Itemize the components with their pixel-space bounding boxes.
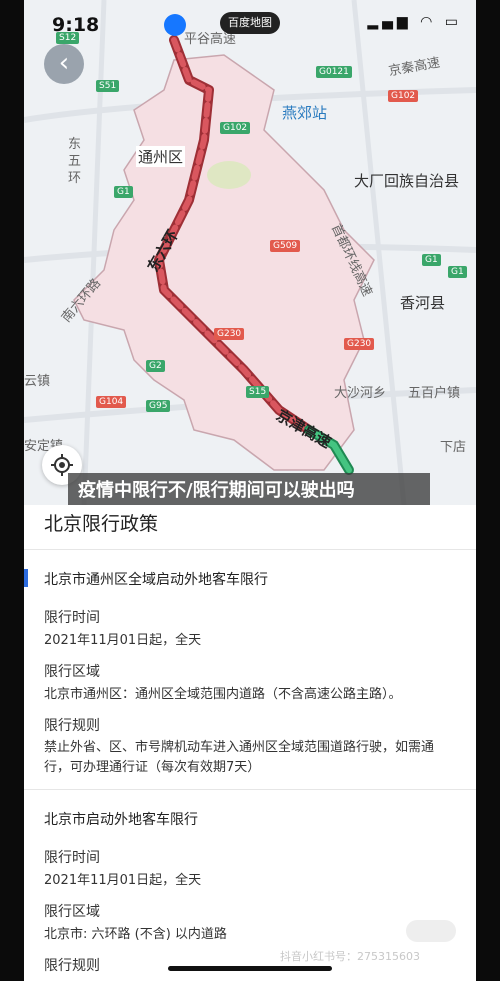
rule-label: 限行规则 <box>44 958 100 974</box>
battery-icon: ▭ <box>444 14 462 30</box>
right-frame <box>476 0 500 981</box>
road-shield: G2 <box>146 360 165 372</box>
road-shield: S51 <box>96 80 120 92</box>
road-shield: G0121 <box>316 66 352 78</box>
map-app-pill[interactable]: 百度地图 <box>220 12 280 34</box>
road-shield: G95 <box>146 400 171 412</box>
divider <box>24 789 476 790</box>
area-value: 北京市: 六环路 (不含) 以内道路 <box>44 927 227 942</box>
panel-title: 北京限行政策 <box>44 513 159 535</box>
wifi-icon: ◠ <box>420 14 437 30</box>
road-shield: G230 <box>214 328 245 340</box>
home-indicator[interactable] <box>168 966 332 971</box>
area-value: 北京市通州区：通州区全域范围内道路（不含高速公路主路）。 <box>44 687 402 702</box>
status-bar: 9:18 百度地图 ▂▄▆ ◠ ▭ <box>24 0 476 46</box>
map-label-yunzhen: 云镇 <box>24 374 51 389</box>
time-label: 限行时间 <box>44 610 100 626</box>
video-caption: 疫情中限行不/限行期间可以驶出吗 <box>68 473 430 509</box>
map-label-xiadian: 下店 <box>440 440 467 455</box>
map-label-wubaihu: 五百户镇 <box>408 386 461 401</box>
map-label-dongwuhuan: 东五环 <box>68 137 82 186</box>
area-label: 限行区域 <box>44 904 100 920</box>
area-label: 限行区域 <box>44 664 100 680</box>
time-label: 限行时间 <box>44 850 100 866</box>
watermark: 抖音小红书号：275315603 <box>280 950 420 963</box>
road-shield: G102 <box>220 122 251 134</box>
map-label-xianghe[interactable]: 香河县 <box>400 292 445 313</box>
status-time: 9:18 <box>52 14 100 36</box>
rule-value: 禁止外省、区、市号牌机动车进入通州区全域范围道路行驶，如需通行，可办理通行证（每… <box>44 740 435 775</box>
road-shield: G1 <box>422 254 441 266</box>
map-view[interactable]: 通州区 燕郊站 大厂回族自治县 香河县 东五环 东六环 南六环路 京津高速 京秦… <box>24 0 476 505</box>
policy-title[interactable]: 北京市通州区全域启动外地客车限行 <box>44 569 268 589</box>
road-shield: G509 <box>270 240 301 252</box>
back-button[interactable]: ‹ <box>44 44 84 84</box>
map-label-yanjiao[interactable]: 燕郊站 <box>282 102 327 123</box>
status-icons: ▂▄▆ ◠ ▭ <box>367 14 462 30</box>
signal-icon: ▂▄▆ <box>367 14 412 30</box>
road-shield: G1 <box>114 186 133 198</box>
chevron-left-icon: ‹ <box>58 48 70 78</box>
road-shield: G1 <box>448 266 467 278</box>
rule-label: 限行规则 <box>44 718 100 734</box>
divider <box>24 549 476 550</box>
map-label-tongzhou[interactable]: 通州区 <box>136 146 186 167</box>
map-label-dashahe: 大沙河乡 <box>334 386 387 401</box>
road-shield: G102 <box>388 90 419 102</box>
left-frame <box>0 0 24 981</box>
section-accent <box>24 569 28 587</box>
time-value: 2021年11月01日起，全天 <box>44 873 202 888</box>
screen: 通州区 燕郊站 大厂回族自治县 香河县 东五环 东六环 南六环路 京津高速 京秦… <box>0 0 500 981</box>
location-arrow-icon <box>164 14 186 36</box>
time-value: 2021年11月01日起，全天 <box>44 633 202 648</box>
road-shield: G230 <box>344 338 375 350</box>
policy-panel: 北京限行政策 北京市通州区全域启动外地客车限行 限行时间 2021年11月01日… <box>24 505 476 981</box>
map-label-dachang[interactable]: 大厂回族自治县 <box>354 170 459 191</box>
watermark-logo <box>406 920 456 942</box>
road-shield: S15 <box>246 386 270 398</box>
policy-title[interactable]: 北京市启动外地客车限行 <box>44 809 198 829</box>
road-shield: G104 <box>96 396 127 408</box>
